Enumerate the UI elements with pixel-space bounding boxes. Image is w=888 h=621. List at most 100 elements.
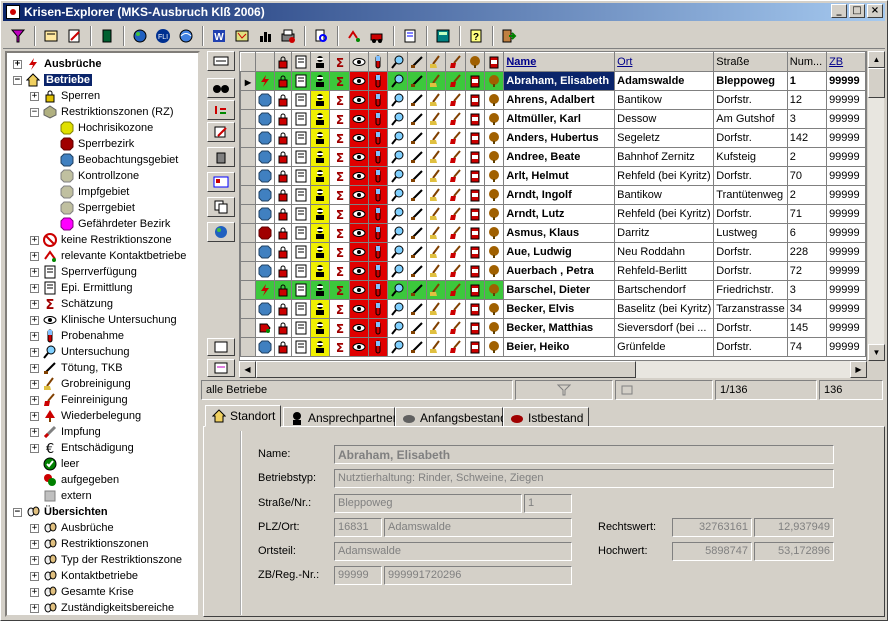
status-cell[interactable]	[290, 109, 312, 129]
tree-node-keine-restriktionszone[interactable]: + keine Restriktionszone	[30, 232, 172, 248]
status-cell[interactable]	[406, 318, 428, 338]
status-cell[interactable]	[406, 204, 428, 224]
expand-icon[interactable]: +	[30, 523, 39, 533]
status-cell[interactable]	[254, 337, 275, 357]
cell-zb[interactable]: 99999	[826, 185, 866, 205]
status-cell[interactable]: Σ	[329, 261, 350, 281]
status-cell[interactable]	[445, 318, 466, 338]
status-cell[interactable]	[484, 128, 505, 148]
status-cell[interactable]	[368, 147, 389, 167]
status-cell[interactable]	[290, 166, 312, 186]
cell-zb[interactable]: 99999	[826, 109, 866, 129]
new-record-button[interactable]	[207, 338, 235, 356]
status-cell[interactable]	[290, 71, 312, 91]
grid-header-icon-column[interactable]	[310, 52, 331, 72]
status-cell[interactable]	[310, 318, 331, 338]
zb-field[interactable]: 99999	[334, 566, 382, 585]
grid-header-icon-column[interactable]	[484, 52, 505, 72]
hausnummer-field[interactable]: 1	[524, 494, 572, 513]
tree-node-entschaedigung[interactable]: + € Entschädigung	[30, 440, 134, 456]
status-cell[interactable]	[310, 147, 331, 167]
cell-strasse[interactable]: Kufsteig	[713, 147, 788, 167]
reorder-button[interactable]	[207, 100, 235, 120]
status-cell[interactable]	[273, 185, 292, 205]
cell-num[interactable]: 72	[786, 261, 828, 281]
status-cell[interactable]	[254, 90, 275, 110]
name-field[interactable]: Abraham, Elisabeth	[334, 445, 834, 464]
status-cell[interactable]	[387, 280, 408, 300]
status-cell[interactable]	[484, 90, 505, 110]
cell-ort[interactable]: Dessow	[614, 109, 715, 129]
status-cell[interactable]	[254, 242, 275, 262]
grid-vertical-scrollbar[interactable]: ▲ ▼	[867, 51, 885, 361]
expand-icon[interactable]: +	[30, 91, 39, 101]
table-row[interactable]: Σ Altmüller, Karl Dessow Am Gutshof 3 99999	[240, 109, 866, 129]
grid-header-icon-column[interactable]: Σ	[329, 52, 350, 72]
tree-node-sperrgebiet[interactable]: Sperrgebiet	[47, 200, 135, 216]
status-cell[interactable]	[445, 204, 466, 224]
cell-zb[interactable]: 99999	[826, 261, 866, 281]
status-cell[interactable]	[464, 261, 486, 281]
status-cell[interactable]	[387, 204, 408, 224]
tree-node-beobachtungsgebiet[interactable]: Beobachtungsgebiet	[47, 152, 178, 168]
status-cell[interactable]	[254, 147, 275, 167]
copy-button[interactable]	[207, 197, 235, 217]
grid-horizontal-scrollbar[interactable]: ◀ ▶	[239, 361, 867, 378]
status-cell[interactable]	[387, 185, 408, 205]
tree-node-sperrverfuegung[interactable]: + Sperrverfügung	[30, 264, 137, 280]
status-cell[interactable]	[484, 261, 505, 281]
grid-header-icon-column[interactable]	[273, 52, 292, 72]
filter-toggle-button[interactable]	[207, 51, 235, 71]
rechtswert-decimal-field[interactable]: 12,937949	[754, 518, 834, 537]
tab-istbestand[interactable]: Istbestand	[503, 407, 589, 427]
tree-node-schaetzung[interactable]: + Σ Schätzung	[30, 296, 113, 312]
cell-num[interactable]: 1	[786, 71, 828, 91]
status-cell[interactable]	[445, 299, 466, 319]
status-cell[interactable]	[290, 261, 312, 281]
table-row[interactable]: Σ Arndt, Lutz Rehfeld (bei Kyritz) Dorfstr.…	[240, 204, 866, 224]
grid-header-icon-column[interactable]	[387, 52, 408, 72]
status-cell[interactable]: Σ	[329, 166, 350, 186]
status-cell[interactable]	[254, 185, 275, 205]
cell-num[interactable]: 71	[786, 204, 828, 224]
status-cell[interactable]	[406, 109, 428, 129]
cell-num[interactable]: 6	[786, 223, 828, 243]
tree-node-uebersicht-restriktionszonen[interactable]: + Restriktionszonen	[30, 536, 148, 552]
scroll-down-button[interactable]: ▼	[868, 344, 885, 361]
collapse-icon[interactable]: −	[13, 507, 22, 517]
expand-icon[interactable]: +	[30, 299, 39, 309]
status-cell[interactable]	[273, 299, 292, 319]
status-cell[interactable]	[464, 242, 486, 262]
status-cell[interactable]	[426, 318, 447, 338]
status-cell[interactable]	[290, 299, 312, 319]
status-cell[interactable]	[290, 223, 312, 243]
tree-node-betriebe[interactable]: − Betriebe	[13, 72, 93, 88]
cell-strasse[interactable]: Dorfstr.	[713, 90, 788, 110]
status-cell[interactable]	[387, 299, 408, 319]
status-cell[interactable]	[310, 109, 331, 129]
row-indicator[interactable]	[240, 166, 256, 186]
status-cell[interactable]	[484, 185, 505, 205]
status-cell[interactable]	[310, 242, 331, 262]
cell-num[interactable]: 2	[786, 147, 828, 167]
status-cell[interactable]	[348, 242, 370, 262]
status-cell[interactable]: Σ	[329, 337, 350, 357]
cell-num[interactable]: 34	[786, 299, 828, 319]
status-cell[interactable]	[426, 71, 447, 91]
table-row[interactable]: Σ Barschel, Dieter Bartschendorf Friedrichs…	[240, 280, 866, 300]
expand-icon[interactable]: +	[30, 379, 39, 389]
status-cell[interactable]	[310, 71, 331, 91]
status-cell[interactable]	[348, 185, 370, 205]
row-indicator[interactable]	[240, 109, 256, 129]
cell-zb[interactable]: 99999	[826, 166, 866, 186]
edit-icon[interactable]	[40, 25, 62, 47]
expand-icon[interactable]: +	[30, 587, 39, 597]
table-row[interactable]: Σ Becker, Matthias Sieversdorf (bei ... Dor…	[240, 318, 866, 338]
status-cell[interactable]: Σ	[329, 128, 350, 148]
title-bar[interactable]: Krisen-Explorer (MKS-Ausbruch Klß 2006) …	[3, 3, 885, 21]
tree-node-grobreinigung[interactable]: + Grobreinigung	[30, 376, 131, 392]
status-cell[interactable]	[426, 299, 447, 319]
status-cell[interactable]	[254, 223, 275, 243]
maximize-button[interactable]: □	[849, 4, 865, 18]
cell-name[interactable]: Andree, Beate	[503, 147, 616, 167]
